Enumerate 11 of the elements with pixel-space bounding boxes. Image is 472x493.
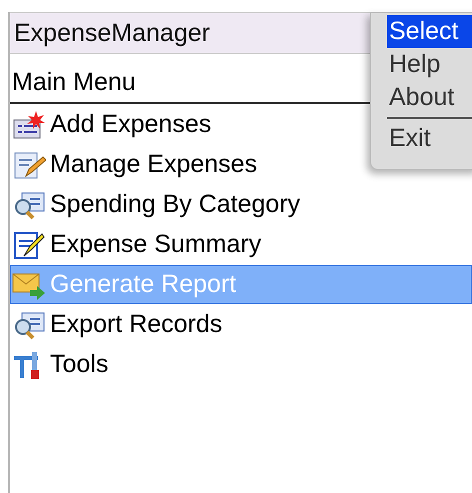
popup-menu-item[interactable]: Select <box>387 15 472 48</box>
menu-item[interactable]: Spending By Category <box>10 185 472 224</box>
pencil-note-icon <box>12 150 46 180</box>
notepad-pen-icon <box>12 230 46 260</box>
menu-item[interactable]: Export Records <box>10 305 472 344</box>
spark-list-icon <box>12 110 46 140</box>
magnifier-card-icon <box>12 310 46 340</box>
popup-menu-item[interactable]: Exit <box>387 122 472 155</box>
magnifier-card-icon <box>12 190 46 220</box>
menu-item[interactable]: Expense Summary <box>10 225 472 264</box>
menu-item[interactable]: Tools <box>10 345 472 384</box>
